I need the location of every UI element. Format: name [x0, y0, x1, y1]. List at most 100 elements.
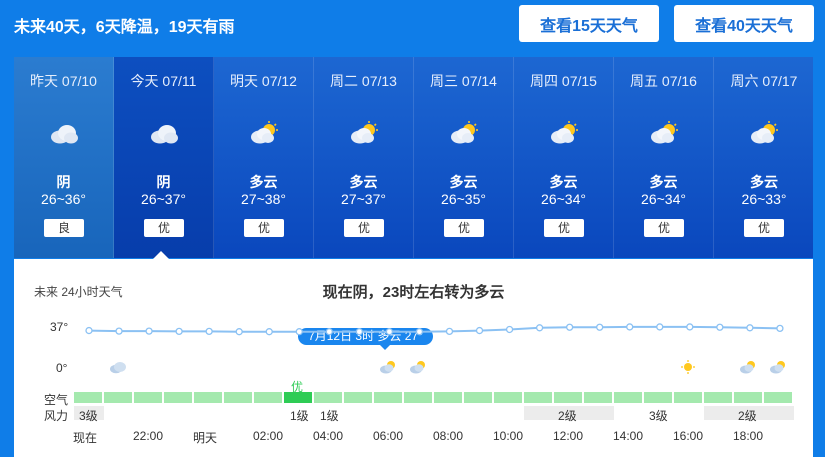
- forecast-summary: 未来40天，6天降温，19天有雨: [14, 19, 235, 36]
- partly-cloudy-icon: [769, 360, 787, 374]
- day-temperature: 27~37°: [341, 191, 386, 207]
- air-quality-badge: 优: [244, 219, 284, 237]
- time-tick-label: 12:00: [553, 429, 584, 443]
- air-quality-bar: [194, 392, 222, 403]
- day-label: 周二 07/13: [330, 73, 397, 89]
- wind-level-text: 1级: [320, 409, 339, 423]
- temperature-point: [295, 328, 303, 336]
- temperature-point: [565, 323, 574, 331]
- temperature-point: [325, 328, 333, 336]
- day-column[interactable]: 周六 07/17 多云 26~33° 优: [714, 57, 814, 258]
- air-quality-bar: [74, 392, 102, 403]
- air-quality-bar: [164, 392, 192, 403]
- day-label: 周六 07/17: [730, 73, 798, 89]
- temperature-point: [145, 327, 153, 335]
- overcast-cloud-icon: [49, 121, 79, 145]
- air-quality-bar: [674, 392, 702, 403]
- view-15-day-button[interactable]: 查看15天天气: [519, 5, 659, 42]
- day-label: 昨天 07/10: [30, 73, 97, 89]
- air-quality-bar: [374, 392, 402, 403]
- wind-level-text: 2级: [738, 409, 757, 423]
- air-quality-bar: [704, 392, 732, 403]
- air-quality-bar: [644, 392, 672, 403]
- air-quality-bar: [554, 392, 582, 403]
- air-quality-badge: 优: [744, 219, 784, 237]
- time-tick-label: 08:00: [433, 429, 464, 443]
- day-label: 周四 07/15: [530, 73, 597, 89]
- day-weather: 多云: [549, 174, 578, 190]
- day-column[interactable]: 周二 07/13 多云 27~37° 优: [314, 57, 414, 258]
- day-column[interactable]: 周三 07/14 多云 26~35° 优: [414, 57, 514, 258]
- daily-forecast: 昨天 07/10 阴 26~36° 良今天 07/11 阴 26~37° 优明天 07/12…: [14, 57, 813, 258]
- temperature-point: [776, 324, 784, 333]
- day-temperature: 27~38°: [241, 191, 286, 207]
- day-label: 周三 07/14: [430, 73, 497, 89]
- air-quality-bar: [314, 392, 342, 403]
- day-temperature: 26~34°: [641, 191, 686, 207]
- partly-cloudy-icon: [549, 121, 579, 145]
- time-tick-label: 04:00: [313, 429, 344, 443]
- temperature-point: [475, 326, 484, 335]
- air-quality-bar: [614, 392, 642, 403]
- air-quality-bar: [254, 392, 282, 403]
- temperature-point: [445, 327, 454, 336]
- time-tick-label: 10:00: [493, 429, 524, 443]
- air-quality-bar: [104, 392, 132, 403]
- day-column[interactable]: 周四 07/15 多云 26~34° 优: [514, 57, 614, 258]
- temperature-point: [505, 325, 514, 334]
- air-quality-bar: [764, 392, 792, 403]
- time-tick-label: 06:00: [373, 429, 404, 443]
- temperature-point: [175, 327, 183, 336]
- temperature-point: [535, 324, 544, 332]
- view-40-day-button[interactable]: 查看40天天气: [674, 5, 814, 42]
- overcast-cloud-icon: [109, 360, 127, 374]
- partly-cloudy-icon: [349, 121, 379, 145]
- day-temperature: 26~35°: [441, 191, 486, 207]
- partly-cloudy-icon: [739, 360, 757, 374]
- day-weather: 多云: [750, 174, 778, 190]
- top-bar: 未来40天，6天降温，19天有雨 查看15天天气 查看40天天气: [0, 0, 825, 50]
- time-tick-label: 16:00: [673, 429, 704, 443]
- temperature-line: [88, 325, 780, 333]
- partly-cloudy-icon: [749, 121, 779, 145]
- hourly-panel: 未来 24小时天气 现在阴，23时左右转为多云 37° 0° 空气 风力 优 7…: [14, 259, 813, 457]
- wind-level-text: 3级: [649, 409, 668, 423]
- day-weather: 多云: [349, 174, 378, 190]
- time-tick-label: 明天: [193, 431, 218, 445]
- temperature-point: [415, 328, 424, 336]
- air-quality-badge: 良: [44, 219, 84, 237]
- day-label: 明天 07/12: [230, 73, 297, 89]
- air-quality-badge: 优: [144, 219, 184, 237]
- time-tick-label: 14:00: [613, 429, 644, 443]
- sunny-icon: [679, 360, 697, 374]
- air-quality-bar: [284, 392, 312, 403]
- day-column[interactable]: 昨天 07/10 阴 26~36° 良: [14, 57, 114, 258]
- time-tick-label: 18:00: [733, 429, 764, 443]
- day-column[interactable]: 明天 07/12 多云 27~38° 优: [214, 57, 314, 258]
- day-temperature: 26~33°: [741, 191, 787, 207]
- day-column[interactable]: 周五 07/16 多云 26~34° 优: [614, 57, 714, 258]
- day-label: 周五 07/16: [630, 73, 697, 89]
- air-quality-bar: [584, 392, 612, 403]
- temperature-point: [85, 326, 93, 335]
- time-tick-label: 22:00: [133, 429, 164, 443]
- wind-level-text: 2级: [558, 409, 577, 423]
- temperature-point: [115, 327, 123, 335]
- air-quality-bar: [404, 392, 432, 403]
- temperature-point: [205, 327, 213, 336]
- air-quality-bar: [494, 392, 522, 403]
- time-tick-label: 现在: [73, 431, 98, 445]
- temperature-point: [355, 328, 364, 336]
- day-column[interactable]: 今天 07/11 阴 26~37° 优: [114, 57, 214, 258]
- day-weather: 阴: [156, 174, 171, 190]
- air-quality-badge: 优: [644, 219, 684, 237]
- air-quality-badge: 优: [444, 219, 484, 237]
- air-quality-bar: [344, 392, 372, 403]
- air-quality-bar: [734, 392, 762, 403]
- day-label: 今天 07/11: [130, 73, 197, 89]
- temperature-point: [656, 323, 664, 331]
- partly-cloudy-icon: [409, 360, 427, 374]
- wind-level-text: 3级: [79, 409, 98, 423]
- partly-cloudy-icon: [249, 121, 279, 145]
- overcast-cloud-icon: [149, 121, 179, 145]
